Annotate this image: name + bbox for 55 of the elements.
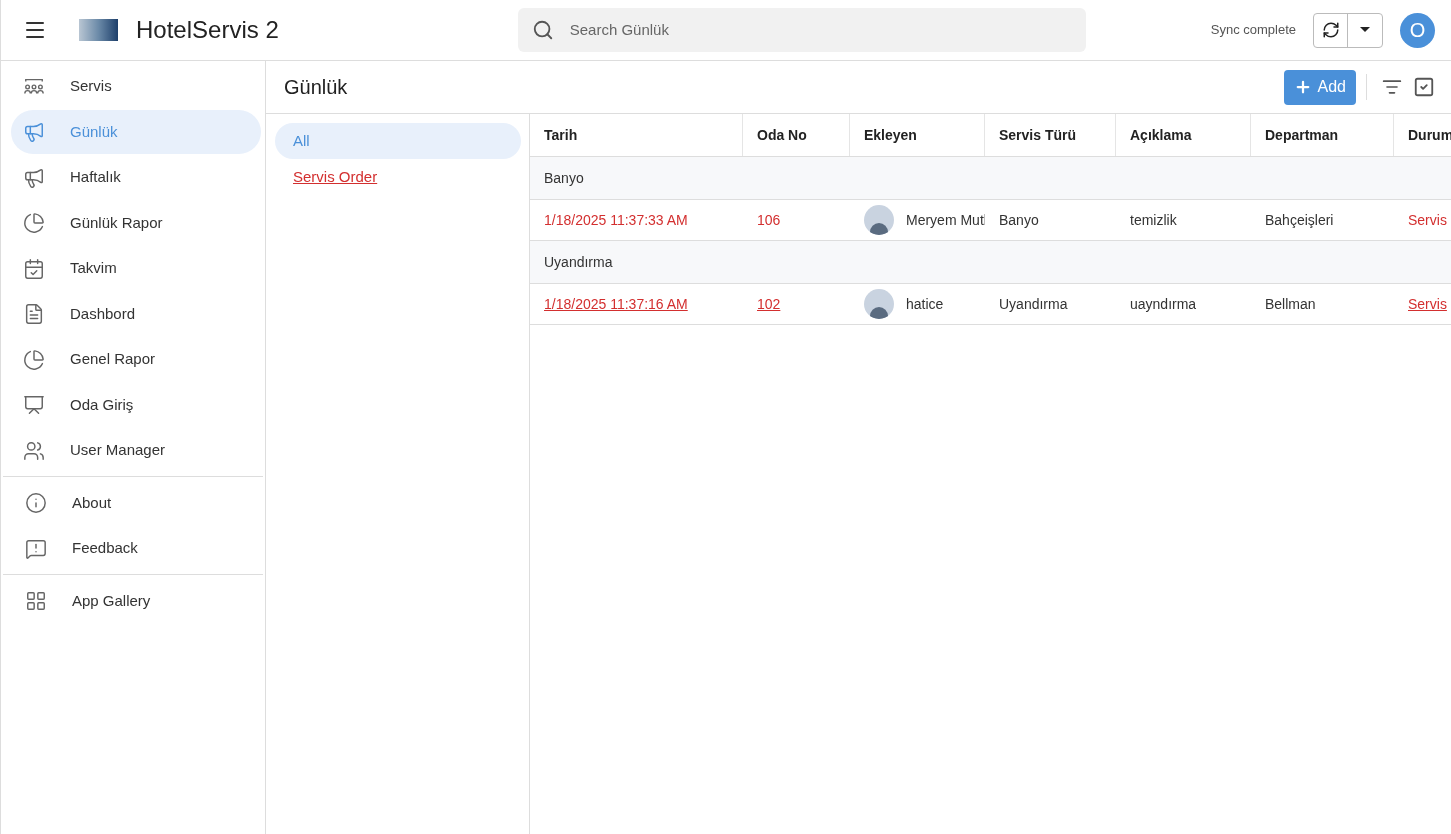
sidebar-item[interactable]: Dashbord bbox=[11, 292, 261, 336]
pie-chart-icon bbox=[23, 348, 45, 371]
sidebar-item[interactable]: Genel Rapor bbox=[11, 337, 261, 382]
presenter-board-icon bbox=[23, 394, 45, 416]
sidebar-item[interactable]: Haftalık bbox=[11, 155, 261, 200]
group-header[interactable]: Uyandırma bbox=[530, 241, 1451, 284]
table-cell-text: Bahçeişleri bbox=[1265, 210, 1334, 230]
sync-status: Sync complete bbox=[1210, 21, 1296, 40]
sync-icon[interactable] bbox=[1321, 21, 1340, 39]
table-link[interactable]: Servis bbox=[1408, 293, 1447, 315]
column-header[interactable]: Tarih bbox=[530, 114, 743, 156]
column-header[interactable]: Açıklama bbox=[1116, 114, 1251, 156]
sidebar-item[interactable]: About bbox=[13, 481, 263, 525]
view-item[interactable]: Servis Order bbox=[275, 159, 521, 195]
info-icon bbox=[25, 492, 47, 514]
sidebar-item[interactable]: Günlük Rapor bbox=[11, 201, 261, 245]
column-header[interactable]: Oda No bbox=[743, 114, 850, 156]
filter-icon[interactable] bbox=[1382, 77, 1402, 97]
avatar-silhouette-icon bbox=[864, 205, 894, 235]
sidebar-item[interactable]: Oda Giriş bbox=[11, 383, 261, 427]
pie-chart-icon bbox=[23, 212, 45, 234]
logo-photo-placeholder bbox=[79, 19, 118, 41]
search-field[interactable]: Search Günlük bbox=[517, 8, 1086, 52]
calendar-check-icon bbox=[23, 257, 45, 280]
table-link[interactable]: 106 bbox=[757, 209, 781, 231]
app-title: HotelServis 2 bbox=[136, 15, 279, 45]
megaphone-icon bbox=[23, 166, 45, 189]
sidebar-item[interactable]: App Gallery bbox=[13, 579, 263, 623]
table-cell-text: temizlik bbox=[1130, 210, 1177, 230]
sidebar-item[interactable]: Takvim bbox=[11, 246, 261, 291]
users-icon bbox=[23, 439, 45, 462]
table-cell-text: Uyandırma bbox=[999, 294, 1068, 314]
table-cell-text: Bellman bbox=[1265, 294, 1316, 314]
sidebar-item[interactable]: Feedback bbox=[13, 526, 263, 571]
avatar-silhouette-icon bbox=[864, 289, 894, 319]
feedback-icon bbox=[25, 537, 47, 560]
table-cell-text: hatice bbox=[906, 294, 944, 314]
table-link[interactable]: Servis bbox=[1408, 209, 1447, 231]
column-header[interactable]: Departman bbox=[1251, 114, 1394, 156]
search-icon bbox=[531, 19, 554, 41]
sidebar-item[interactable]: Servis bbox=[11, 64, 261, 109]
view-title: Günlük bbox=[284, 75, 348, 100]
search-input[interactable]: Search Günlük bbox=[569, 18, 1072, 42]
column-header[interactable]: Ekleyen bbox=[850, 114, 985, 156]
table-link[interactable]: 102 bbox=[757, 293, 781, 315]
table-cell-text: Banyo bbox=[999, 210, 1039, 230]
table-link[interactable]: 1/18/2025 11:37:16 AM bbox=[544, 293, 688, 315]
app-grid-icon bbox=[25, 590, 47, 612]
column-header[interactable]: Servis Türü bbox=[985, 114, 1116, 156]
sidebar-item[interactable]: User Manager bbox=[11, 428, 261, 473]
table-link[interactable]: 1/18/2025 11:37:33 AM bbox=[544, 209, 688, 231]
caret-icon[interactable] bbox=[1360, 27, 1370, 33]
table-cell-text: uayndırma bbox=[1130, 294, 1197, 314]
megaphone-icon bbox=[23, 121, 45, 143]
group-header[interactable]: Banyo bbox=[530, 157, 1451, 200]
